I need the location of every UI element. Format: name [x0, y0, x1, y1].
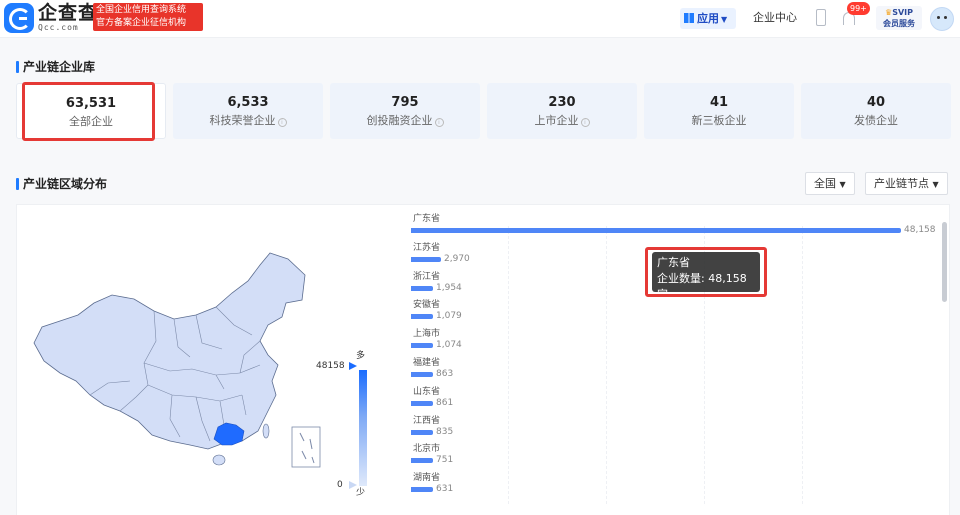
library-section-title: 产业链企业库: [16, 60, 95, 74]
bar-category-label: 福建省: [413, 358, 441, 368]
top-navigation-bar: 企查查 Qcc.com 全国企业信用查询系统 官方备案企业征信机构 应用 ▼ 企业…: [0, 0, 960, 38]
notification-count-badge: 99+: [847, 2, 870, 15]
stat-label: 上市企业 i: [487, 114, 637, 128]
bar-mark[interactable]: [411, 487, 433, 492]
legend-max-handle[interactable]: [349, 362, 357, 370]
bar-value-label: 1,079: [436, 311, 462, 321]
tooltip-value: 企业数量: 48,158家: [657, 272, 747, 301]
bar-mark[interactable]: [411, 430, 433, 435]
bar-value-label: 1,074: [436, 340, 462, 350]
stat-card-listed[interactable]: 230 上市企业 i: [487, 83, 637, 139]
apps-menu-button[interactable]: 应用 ▼: [680, 8, 736, 29]
enterprise-stats-row: 63,531 全部企业 6,533 科技荣誉企业 i 795 创投融资企业 i 23…: [16, 83, 951, 139]
chain-node-select[interactable]: 产业链节点 ▼: [865, 172, 948, 195]
brand-domain: Qcc.com: [38, 23, 79, 32]
svip-label: ♛SVIP: [885, 8, 913, 17]
bar-category-label: 安徽省: [413, 300, 441, 310]
qcc-logo-icon[interactable]: [4, 3, 34, 33]
bar-mark[interactable]: [411, 401, 433, 406]
taiwan-region[interactable]: [262, 423, 270, 439]
bar-value-label: 631: [436, 484, 454, 494]
bar-row[interactable]: 安徽省 1,079: [410, 300, 940, 328]
stat-value: 40: [866, 95, 886, 110]
stat-label: 新三板企业: [691, 114, 747, 127]
bar-value-label: 751: [436, 455, 454, 465]
chart-scrollbar[interactable]: [942, 222, 947, 302]
stat-card-bond-issuer[interactable]: 40 发债企业: [801, 83, 951, 139]
enterprise-center-link[interactable]: 企业中心: [753, 9, 797, 27]
legend-min-value: 0: [337, 480, 343, 490]
stat-value: 6,533: [227, 95, 269, 110]
apps-grid-icon: [684, 13, 694, 23]
legend-gradient-bar[interactable]: [359, 370, 367, 486]
hainan-region[interactable]: [212, 454, 226, 466]
badge-line-1: 全国企业信用查询系统: [96, 5, 187, 15]
bar-category-label: 江苏省: [413, 243, 441, 253]
info-icon[interactable]: i: [580, 118, 590, 127]
bar-mark[interactable]: [411, 343, 433, 348]
bar-value-label: 861: [436, 398, 454, 408]
bar-mark[interactable]: [411, 458, 433, 463]
badge-line-2: 官方备案企业征信机构: [96, 18, 187, 28]
bar-value-label: 863: [436, 369, 454, 379]
bar-value-label: 835: [436, 427, 454, 437]
south-sea-inset: [291, 426, 321, 468]
stat-card-vc-funding[interactable]: 795 创投融资企业 i: [330, 83, 480, 139]
bar-mark[interactable]: [411, 372, 433, 377]
bar-mark[interactable]: [411, 314, 433, 319]
legend-low-label: 少: [356, 488, 366, 498]
bar-row[interactable]: 北京市 751: [410, 444, 940, 472]
bar-row[interactable]: 山东省 861: [410, 387, 940, 415]
bar-row[interactable]: 湖南省 631: [410, 473, 940, 501]
bar-row[interactable]: 福建省 863: [410, 358, 940, 386]
bar-value-label: 48,158: [904, 225, 936, 235]
bar-row[interactable]: 江西省 835: [410, 416, 940, 444]
official-badge: 全国企业信用查询系统 官方备案企业征信机构: [93, 3, 203, 31]
bar-category-label: 山东省: [413, 387, 441, 397]
caret-down-icon: ▼: [839, 180, 846, 189]
stat-card-all[interactable]: 63,531 全部企业: [16, 83, 166, 139]
stat-label: 科技荣誉企业 i: [173, 114, 323, 128]
chart-tooltip: 广东省 企业数量: 48,158家: [652, 252, 760, 301]
china-map[interactable]: [20, 245, 330, 475]
stat-card-tech-honor[interactable]: 6,533 科技荣誉企业 i: [173, 83, 323, 139]
stat-value: 41: [709, 95, 729, 110]
legend-max-value: 48158: [316, 361, 345, 371]
bar-value-label: 1,954: [436, 283, 462, 293]
stat-value: 230: [548, 95, 576, 110]
mobile-app-icon[interactable]: [816, 9, 826, 26]
region-section-title: 产业链区域分布: [16, 177, 107, 191]
legend-high-label: 多: [356, 351, 366, 361]
bar-mark[interactable]: [411, 286, 433, 291]
svip-member-button[interactable]: ♛SVIP 会员服务: [876, 6, 922, 30]
bar-row[interactable]: 上海市 1,074: [410, 329, 940, 357]
bar-category-label: 北京市: [413, 444, 441, 454]
info-icon[interactable]: i: [434, 118, 444, 127]
bar-mark[interactable]: [411, 257, 441, 262]
bar-category-label: 广东省: [413, 214, 441, 224]
bar-mark[interactable]: [411, 228, 901, 233]
bar-category-label: 江西省: [413, 416, 441, 426]
apps-menu-label: 应用: [697, 12, 719, 25]
caret-down-icon: ▼: [721, 15, 728, 24]
stat-value: 795: [391, 95, 419, 110]
stat-label: 发债企业: [854, 114, 898, 127]
region-scope-select[interactable]: 全国 ▼: [805, 172, 855, 195]
bar-category-label: 湖南省: [413, 473, 441, 483]
brand-name[interactable]: 企查查: [38, 3, 98, 23]
stat-card-neeq[interactable]: 41 新三板企业: [644, 83, 794, 139]
stat-value: 63,531: [65, 96, 117, 111]
stat-label: 全部企业: [69, 115, 113, 128]
china-map-shape[interactable]: [33, 252, 306, 450]
bar-value-label: 2,970: [444, 254, 470, 264]
tooltip-title: 广东省: [657, 256, 690, 269]
member-service-label: 会员服务: [883, 19, 915, 28]
bar-category-label: 浙江省: [413, 272, 441, 282]
user-avatar[interactable]: [930, 7, 954, 31]
stat-label: 创投融资企业 i: [330, 114, 480, 128]
bar-category-label: 上海市: [413, 329, 441, 339]
bar-row[interactable]: 广东省 48,158: [410, 214, 940, 242]
info-icon[interactable]: i: [277, 118, 287, 127]
caret-down-icon: ▼: [932, 180, 939, 189]
